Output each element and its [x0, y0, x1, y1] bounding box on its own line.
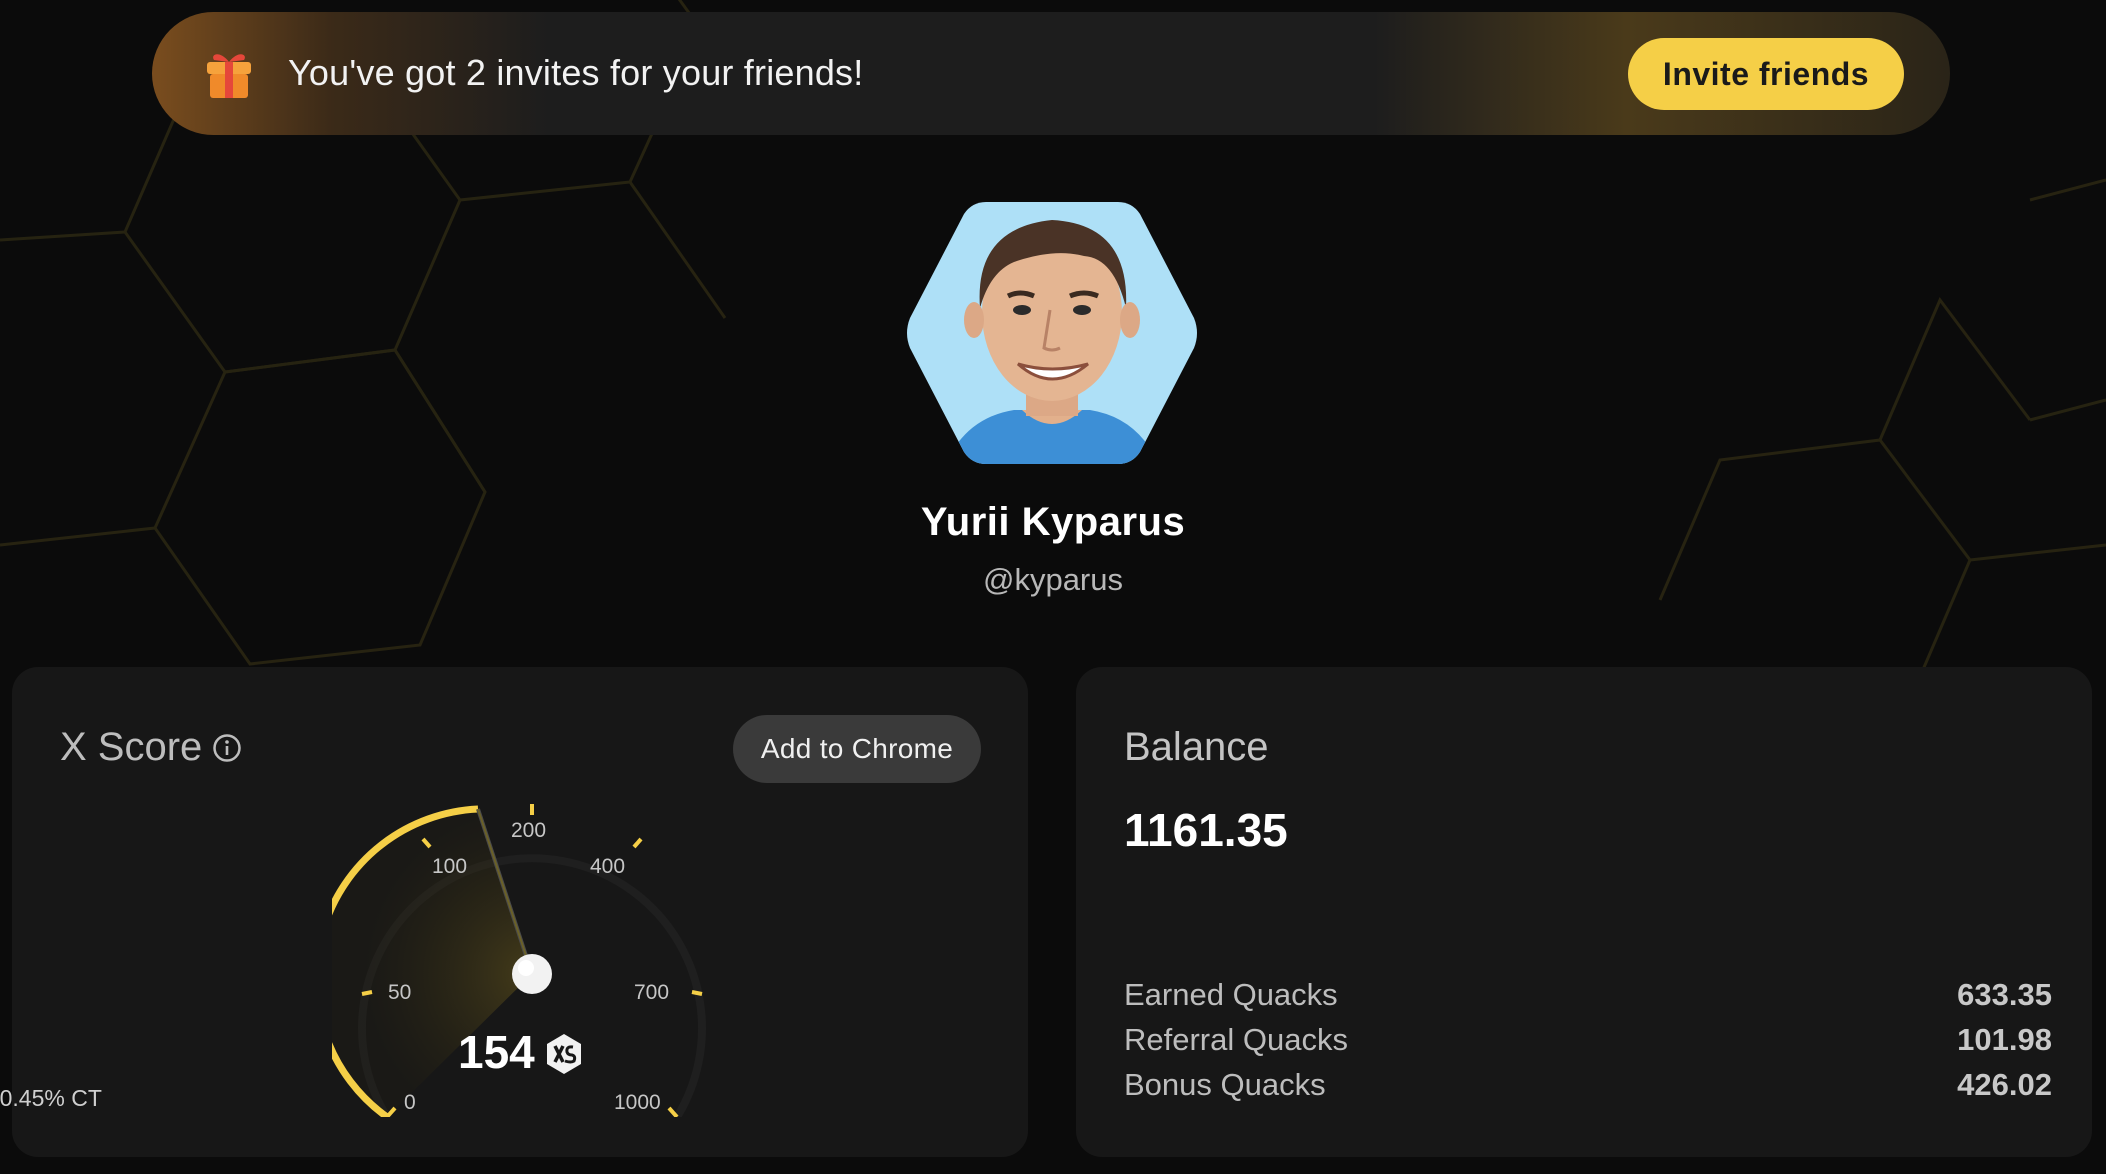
- balance-row-value: 101.98: [1957, 1022, 2052, 1057]
- avatar: [907, 202, 1197, 464]
- invite-banner: You've got 2 invites for your friends! I…: [152, 12, 1950, 135]
- gauge-tick-label: 50: [388, 981, 411, 1004]
- add-to-chrome-button[interactable]: Add to Chrome: [733, 715, 981, 783]
- invite-banner-text: You've got 2 invites for your friends!: [288, 52, 864, 93]
- gauge-tick-label: 400: [590, 855, 625, 878]
- x-score-title: X Score: [60, 725, 203, 769]
- gauge-tick-label: 1000: [614, 1091, 661, 1114]
- balance-row-value: 633.35: [1957, 977, 2052, 1012]
- x-score-card: X Score Add to Chrome 0 50 100 200 400 7…: [0, 667, 1028, 1157]
- balance-row-label: Referral Quacks: [1124, 1022, 1348, 1057]
- balance-row-label: Bonus Quacks: [1124, 1067, 1326, 1102]
- gauge-tick-label: 200: [511, 819, 546, 842]
- gauge-tick-label: 100: [432, 855, 467, 878]
- balance-row-earned: Earned Quacks 633.35: [1124, 977, 2052, 1021]
- user-name: Yurii Kyparus: [920, 500, 1186, 544]
- user-handle: @kyparus: [982, 562, 1123, 597]
- x-score-rank: Top 0.45% CT: [0, 1085, 102, 1111]
- balance-row-value: 426.02: [1957, 1067, 2052, 1102]
- x-score-badge-icon: [544, 1032, 584, 1076]
- balance-row-label: Earned Quacks: [1124, 977, 1338, 1012]
- gift-icon: [202, 46, 256, 100]
- x-score-value: 154: [458, 1026, 535, 1078]
- balance-title: Balance: [1124, 725, 1269, 769]
- balance-row-bonus: Bonus Quacks 426.02: [1124, 1067, 2052, 1111]
- balance-row-referral: Referral Quacks 101.98: [1124, 1022, 2052, 1066]
- balance-card: Balance 1161.35 Earned Quacks 633.35 Ref…: [1076, 667, 2092, 1157]
- invite-friends-button[interactable]: Invite friends: [1628, 38, 1904, 110]
- gauge-tick-label: 700: [634, 981, 669, 1004]
- balance-value: 1161.35: [1124, 804, 1288, 856]
- info-icon[interactable]: [212, 733, 242, 763]
